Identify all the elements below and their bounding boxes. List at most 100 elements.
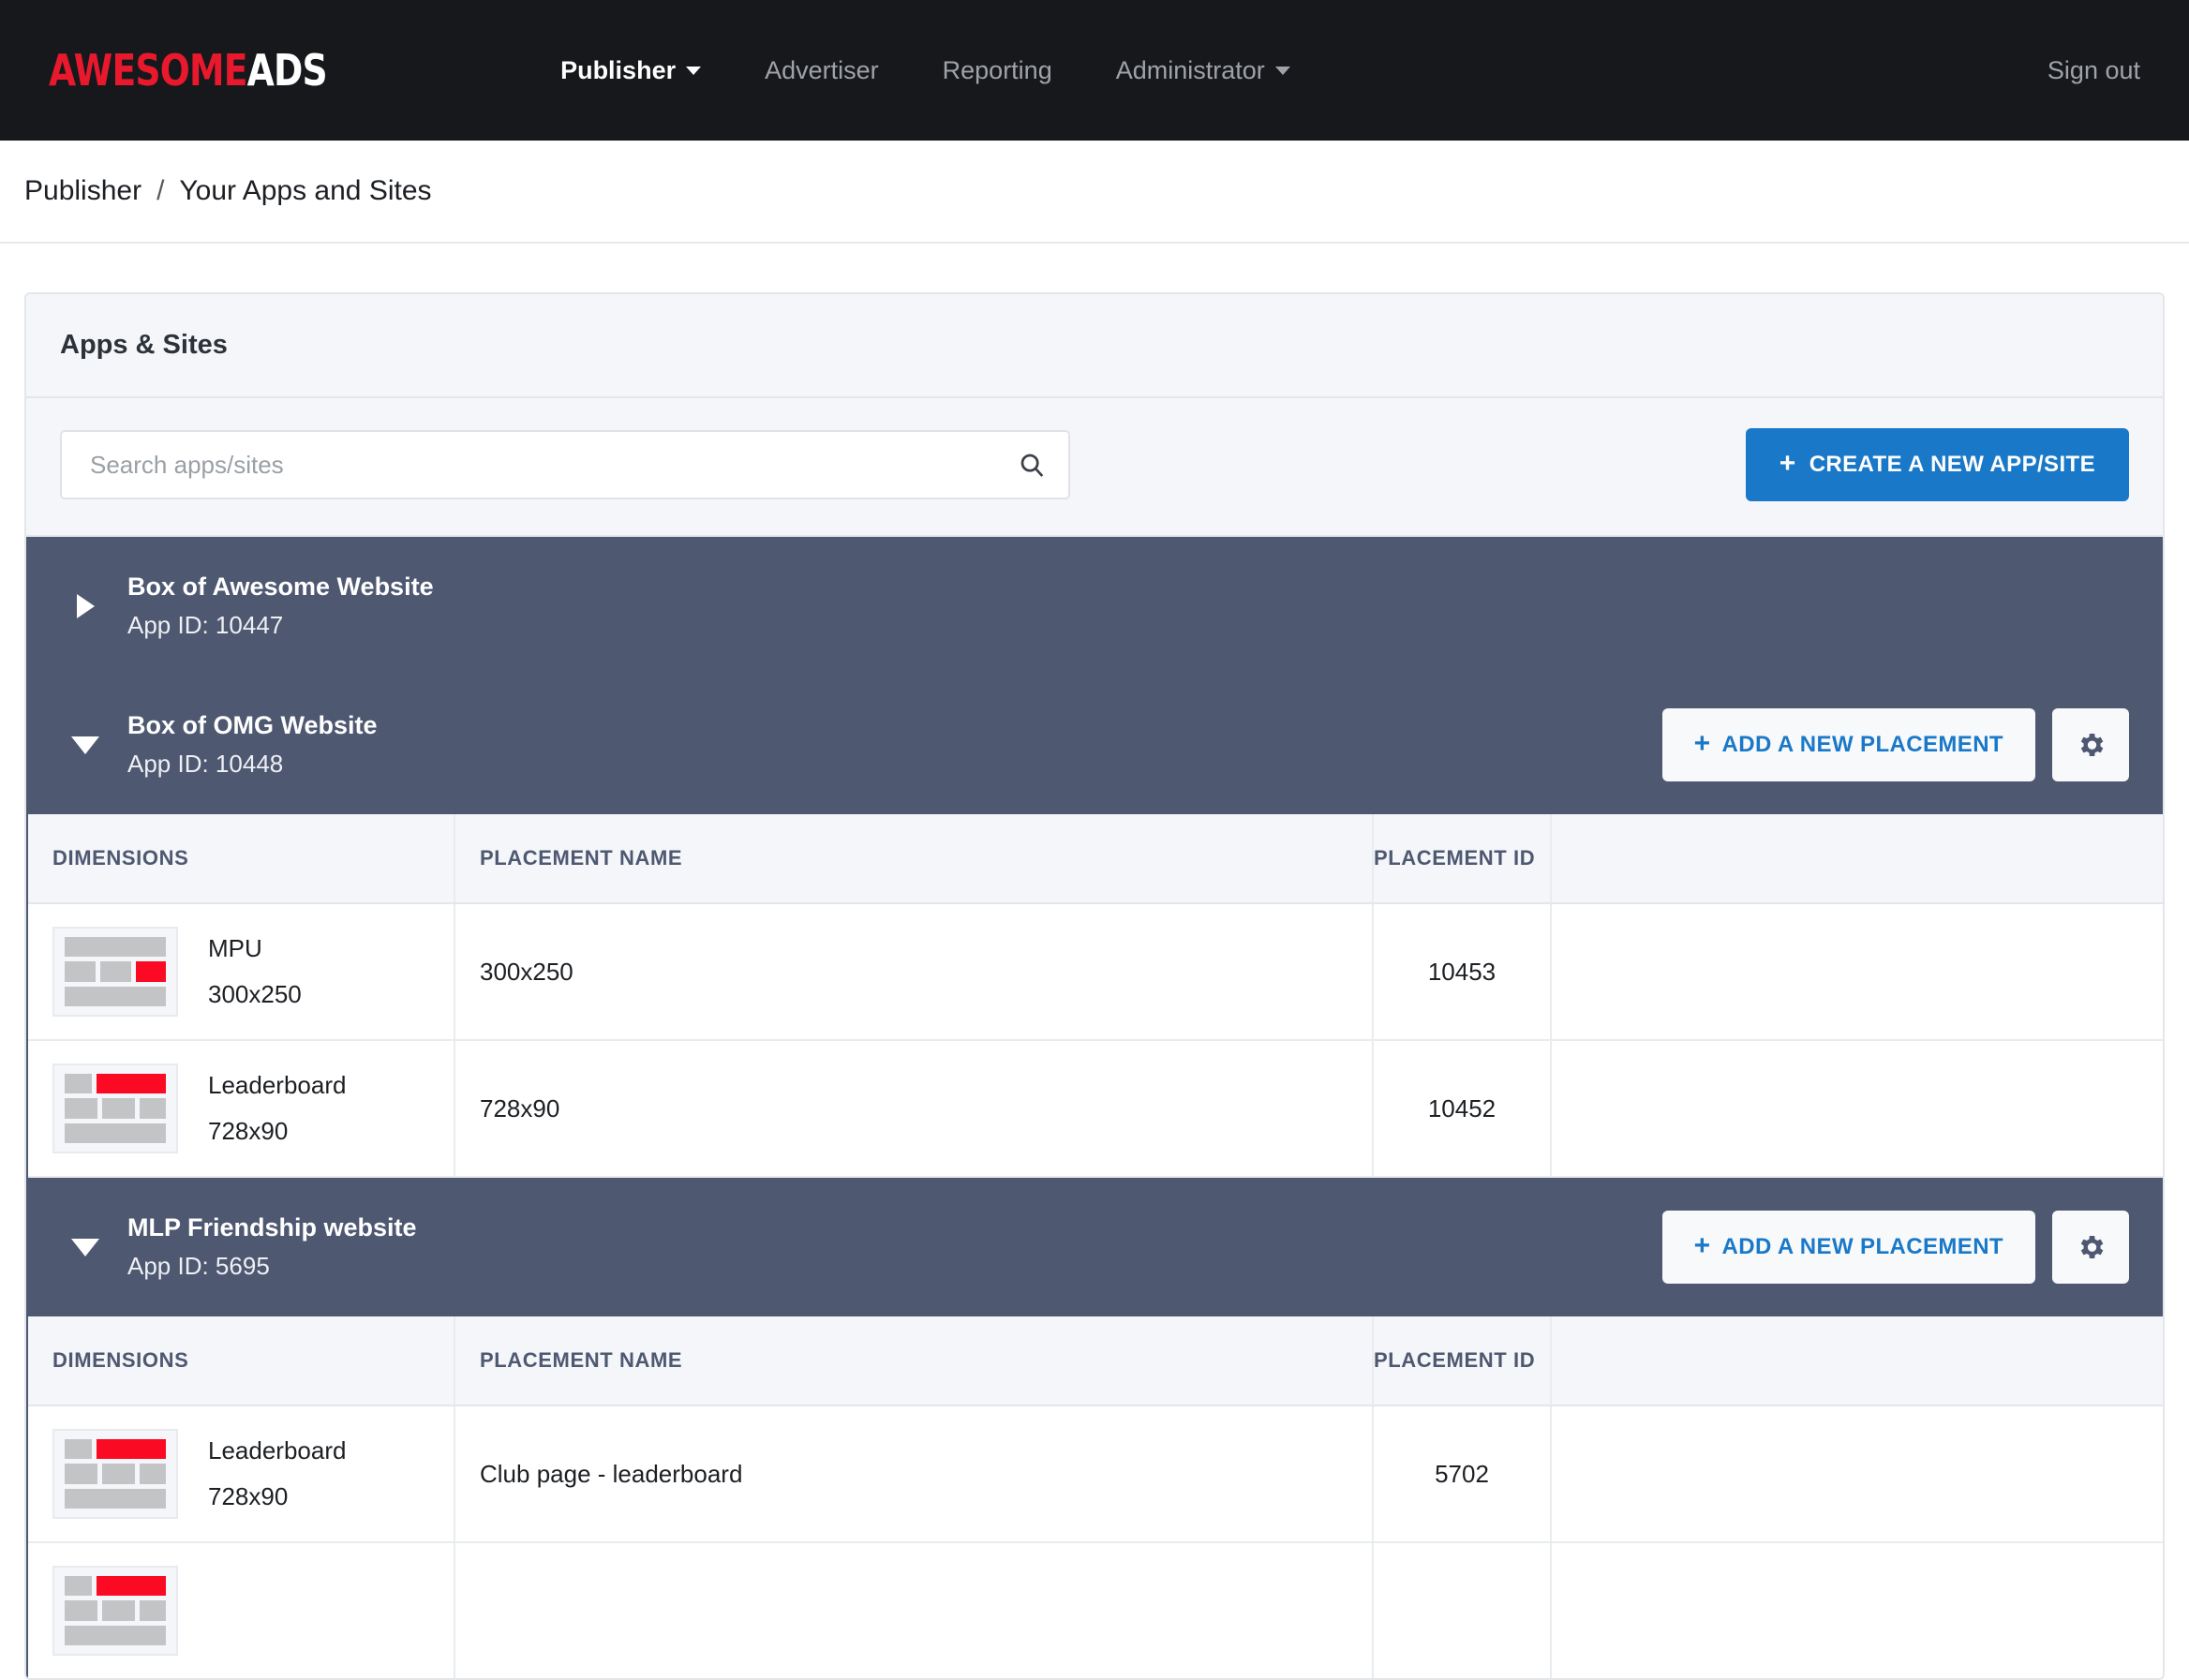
brand-logo-awesome: AWESOME	[49, 45, 247, 96]
breadcrumb-item-current: Your Apps and Sites	[179, 175, 432, 206]
table-row[interactable]	[28, 1542, 2163, 1678]
cell-actions	[1551, 1542, 2163, 1678]
triangle-right-icon	[76, 594, 95, 618]
placements-table: DIMENSIONS PLACEMENT NAME PLACEMENT ID	[28, 1316, 2163, 1678]
app-actions: + ADD A NEW PLACEMENT	[1661, 708, 2129, 781]
primary-nav: Publisher Advertiser Reporting Administr…	[529, 56, 1322, 85]
nav-item-reporting-label: Reporting	[942, 55, 1052, 84]
cell-actions	[1551, 1040, 2163, 1178]
create-new-app-site-button[interactable]: + CREATE A NEW APP/SITE	[1745, 428, 2129, 501]
nav-item-advertiser-label: Advertiser	[765, 55, 879, 84]
table-row[interactable]: MPU 300x250 300x250 10453	[28, 903, 2163, 1041]
column-header-actions	[1551, 1316, 2163, 1406]
cell-placement-name	[454, 1542, 1374, 1678]
dimension-size: 728x90	[208, 1117, 289, 1145]
chevron-down-icon	[686, 66, 702, 75]
top-navbar: AWESOME ADS Publisher Advertiser Reportin…	[0, 0, 2189, 141]
column-header-placement-name: PLACEMENT NAME	[454, 814, 1374, 904]
app-name: Box of Awesome Website	[127, 572, 434, 601]
nav-item-publisher[interactable]: Publisher	[529, 56, 733, 85]
placements-table: DIMENSIONS PLACEMENT NAME PLACEMENT ID	[28, 814, 2163, 1178]
cell-placement-name: 728x90	[454, 1040, 1374, 1178]
breadcrumb-item-publisher[interactable]: Publisher	[24, 175, 141, 207]
app-name: MLP Friendship website	[127, 1213, 417, 1241]
breadcrumb-separator: /	[156, 175, 165, 206]
nav-item-publisher-label: Publisher	[560, 55, 677, 84]
panel-header: Apps & Sites	[26, 294, 2163, 398]
ad-format-thumbnail-leaderboard	[52, 1429, 178, 1519]
page-title: Apps & Sites	[60, 330, 228, 360]
cell-placement-name: 300x250	[454, 903, 1374, 1041]
dimension-name: Leaderboard	[208, 1071, 347, 1099]
column-header-dimensions: DIMENSIONS	[28, 814, 455, 904]
app-meta: MLP Friendship website App ID: 5695	[127, 1213, 417, 1281]
nav-item-reporting[interactable]: Reporting	[911, 56, 1084, 85]
app-name: Box of OMG Website	[127, 711, 378, 739]
sign-out-link[interactable]: Sign out	[2048, 56, 2140, 84]
cell-placement-id: 5702	[1373, 1405, 1552, 1543]
column-header-actions	[1551, 814, 2163, 904]
add-new-placement-button[interactable]: + ADD A NEW PLACEMENT	[1661, 1211, 2035, 1284]
app-id: App ID: 5695	[127, 1252, 270, 1280]
navbar-right: Sign out	[2048, 56, 2140, 85]
column-header-dimensions: DIMENSIONS	[28, 1316, 455, 1406]
cell-actions	[1551, 1405, 2163, 1543]
table-row[interactable]: Leaderboard 728x90 728x90 10452	[28, 1040, 2163, 1178]
column-header-placement-id: PLACEMENT ID	[1373, 814, 1552, 904]
cell-dimensions: MPU 300x250	[28, 903, 455, 1041]
add-new-placement-button[interactable]: + ADD A NEW PLACEMENT	[1661, 708, 2035, 781]
panel-toolbar: + CREATE A NEW APP/SITE	[26, 398, 2163, 537]
cell-placement-id: 10452	[1373, 1040, 1552, 1178]
app-group-header-box-of-awesome-website[interactable]: Box of Awesome Website App ID: 10447	[26, 537, 2163, 676]
page-content: Apps & Sites + CREATE A NEW APP/SITE	[0, 244, 2189, 1680]
cell-dimensions: Leaderboard 728x90	[28, 1040, 455, 1178]
app-actions: + ADD A NEW PLACEMENT	[1661, 1211, 2129, 1284]
add-new-placement-label: ADD A NEW PLACEMENT	[1721, 1234, 2003, 1259]
triangle-down-icon	[71, 736, 99, 754]
app-meta: Box of Awesome Website App ID: 10447	[127, 572, 434, 640]
brand-logo[interactable]: AWESOME ADS	[49, 45, 328, 96]
expand-collapse-toggle-icon[interactable]	[69, 1238, 101, 1256]
placements-table-wrapper-box-of-omg-website: DIMENSIONS PLACEMENT NAME PLACEMENT ID M…	[26, 814, 2163, 1178]
expand-collapse-toggle-icon[interactable]	[69, 594, 101, 618]
dimension-size: 300x250	[208, 980, 302, 1008]
plus-icon: +	[1779, 448, 1796, 479]
plus-icon: +	[1693, 1230, 1711, 1261]
cell-placement-id	[1373, 1542, 1552, 1678]
ad-format-thumbnail-mpu	[52, 927, 178, 1017]
dimension-size: 728x90	[208, 1482, 289, 1510]
nav-item-administrator-label: Administrator	[1115, 55, 1265, 84]
search-field-wrapper	[60, 430, 1070, 499]
add-new-placement-label: ADD A NEW PLACEMENT	[1721, 732, 2003, 757]
app-settings-button[interactable]	[2052, 1211, 2129, 1284]
expand-collapse-toggle-icon[interactable]	[69, 736, 101, 754]
placements-table-wrapper-mlp-friendship-website: DIMENSIONS PLACEMENT NAME PLACEMENT ID L…	[26, 1316, 2163, 1678]
app-meta: Box of OMG Website App ID: 10448	[127, 711, 378, 779]
breadcrumb-bar: Publisher / Your Apps and Sites	[0, 141, 2189, 244]
gear-icon	[2080, 1235, 2104, 1259]
brand-logo-ads: ADS	[246, 45, 328, 96]
dimension-name: MPU	[208, 934, 262, 962]
triangle-down-icon	[71, 1238, 99, 1256]
gear-icon	[2080, 733, 2104, 757]
table-header-row: DIMENSIONS PLACEMENT NAME PLACEMENT ID	[28, 814, 2163, 904]
app-group-header-box-of-omg-website[interactable]: Box of OMG Website App ID: 10448 + ADD A…	[26, 676, 2163, 814]
nav-item-administrator[interactable]: Administrator	[1084, 56, 1322, 85]
app-settings-button[interactable]	[2052, 708, 2129, 781]
breadcrumb: Publisher / Your Apps and Sites	[24, 175, 432, 207]
chevron-down-icon	[1274, 66, 1290, 75]
nav-item-advertiser[interactable]: Advertiser	[733, 56, 911, 85]
ad-format-thumbnail-leaderboard	[52, 1566, 178, 1656]
cell-placement-id: 10453	[1373, 903, 1552, 1041]
app-group-header-mlp-friendship-website[interactable]: MLP Friendship website App ID: 5695 + AD…	[26, 1178, 2163, 1316]
search-input[interactable]	[60, 430, 1070, 499]
create-new-app-site-label: CREATE A NEW APP/SITE	[1809, 452, 2095, 477]
app-id: App ID: 10447	[127, 611, 284, 639]
dimension-name: Leaderboard	[208, 1436, 347, 1464]
cell-actions	[1551, 903, 2163, 1041]
table-header-row: DIMENSIONS PLACEMENT NAME PLACEMENT ID	[28, 1316, 2163, 1406]
table-row[interactable]: Leaderboard 728x90 Club page - leaderboa…	[28, 1405, 2163, 1543]
column-header-placement-id: PLACEMENT ID	[1373, 1316, 1552, 1406]
cell-dimensions: Leaderboard 728x90	[28, 1405, 455, 1543]
apps-sites-panel: Apps & Sites + CREATE A NEW APP/SITE	[24, 292, 2165, 1680]
